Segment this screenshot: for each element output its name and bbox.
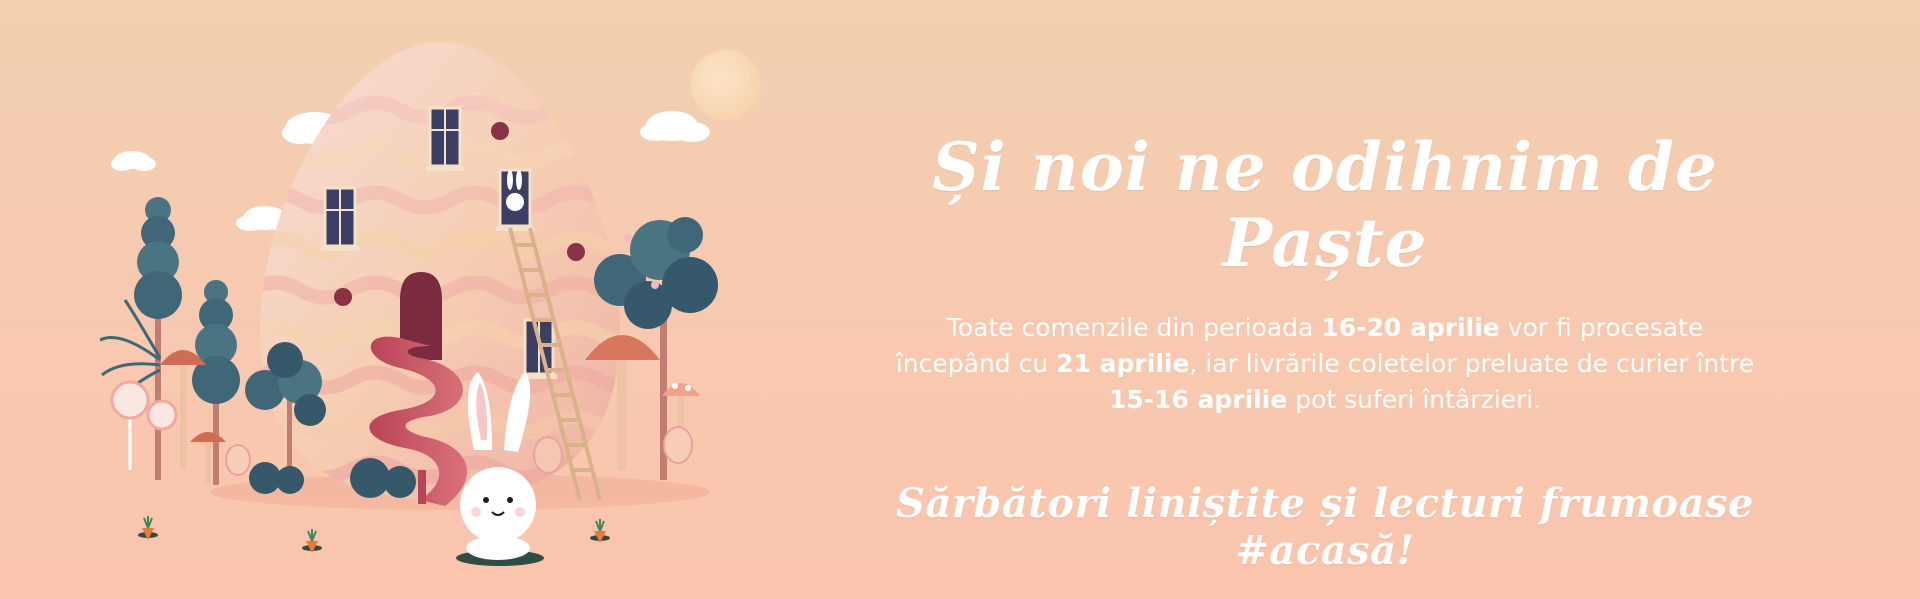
window-icon [426, 106, 464, 171]
carrot-icon [138, 516, 158, 540]
headline: Și noi ne odihnim de Paște [932, 128, 1718, 282]
easter-banner: Și noi ne odihnim de Paște Toate comenzi… [0, 0, 1920, 599]
window-with-bunny-icon [496, 168, 534, 231]
lollipop-icon [110, 380, 178, 470]
easter-egg-icon [663, 426, 693, 464]
mushroom-icon [190, 432, 226, 485]
easter-egg-icon [533, 436, 563, 474]
date-range-highlight: 15-16 aprilie [1108, 384, 1288, 414]
tree-icon [134, 197, 182, 480]
sun-icon [691, 50, 761, 120]
easter-egg-icon [225, 444, 251, 476]
cloud-icon [640, 111, 710, 142]
carrot-icon [590, 519, 610, 543]
carrot-icon [302, 529, 322, 553]
closing-greeting: Sărbători liniștite și lecturi frumoase … [896, 479, 1754, 574]
easter-egg-house-illustration [100, 42, 761, 566]
date-range-highlight: 16-20 aprilie [1321, 312, 1500, 342]
date-highlight: 21 aprilie [1056, 348, 1190, 378]
window-icon [321, 186, 359, 251]
delivery-notice: Toate comenzile din perioada 16-20 april… [895, 312, 1755, 414]
announcement-text-block: Și noi ne odihnim de Paște Toate comenzi… [820, 128, 1830, 574]
cloud-icon [111, 151, 156, 171]
